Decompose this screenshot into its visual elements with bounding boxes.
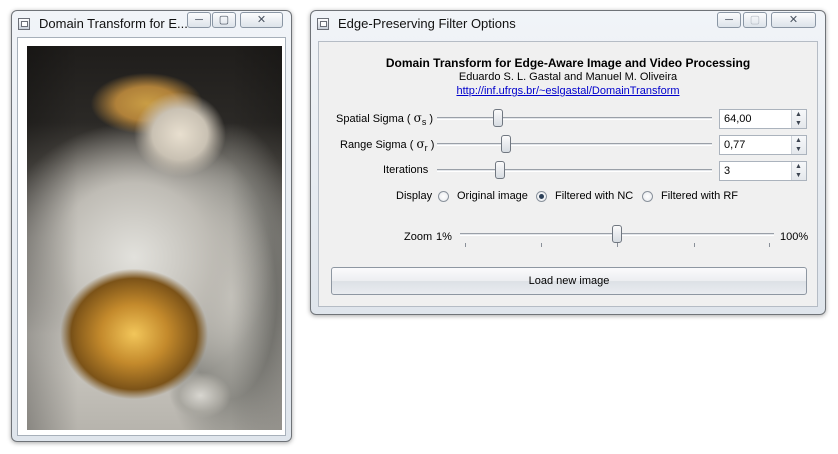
- spatial-sigma-spinbox[interactable]: 64,00 ▲ ▼: [719, 109, 807, 129]
- iterations-slider-handle[interactable]: [495, 161, 506, 179]
- range-sigma-spinbox[interactable]: 0,77 ▲ ▼: [719, 135, 807, 155]
- paper-title: Domain Transform for Edge-Aware Image an…: [385, 56, 751, 70]
- radio-filtered-nc-label[interactable]: Filtered with NC: [555, 190, 633, 202]
- range-sigma-label-text: Range Sigma (: [340, 139, 417, 151]
- paper-link-row: http://inf.ufrgs.br/~eslgastal/DomainTra…: [319, 85, 817, 97]
- iterations-label: Iterations: [383, 164, 429, 176]
- zoom-tick: [541, 243, 542, 247]
- image-window: Domain Transform for E... ─ ▢ ✕: [11, 10, 292, 442]
- spatial-sigma-slider-track[interactable]: [437, 117, 712, 120]
- zoom-tick: [465, 243, 466, 247]
- iterations-spinbox[interactable]: 3 ▲ ▼: [719, 161, 807, 181]
- image-viewport: [17, 37, 286, 436]
- spin-up-icon[interactable]: ▲: [792, 110, 805, 119]
- spatial-sigma-slider-handle[interactable]: [492, 109, 503, 127]
- options-window: Edge-Preserving Filter Options ─ ▢ ✕ Dom…: [310, 10, 826, 315]
- spin-up-icon[interactable]: ▲: [792, 136, 805, 145]
- image-window-titlebar[interactable]: Domain Transform for E... ─ ▢ ✕: [12, 11, 291, 37]
- iterations-value[interactable]: 3: [724, 165, 730, 177]
- options-window-titlebar[interactable]: Edge-Preserving Filter Options ─ ▢ ✕: [311, 11, 825, 37]
- options-window-title: Edge-Preserving Filter Options: [338, 16, 516, 31]
- app-window-icon: [18, 18, 30, 30]
- range-sigma-label-suffix: ): [427, 139, 435, 151]
- options-panel: Domain Transform for Edge-Aware Image an…: [318, 41, 818, 307]
- paper-authors: Eduardo S. L. Gastal and Manuel M. Olive…: [458, 71, 678, 83]
- zoom-min-label: 1%: [436, 231, 452, 243]
- range-sigma-value[interactable]: 0,77: [724, 139, 745, 151]
- close-button[interactable]: ✕: [771, 12, 816, 28]
- load-new-image-button[interactable]: Load new image: [331, 267, 807, 295]
- minimize-button[interactable]: ─: [187, 12, 211, 28]
- spatial-sigma-label: Spatial Sigma ( σs ): [336, 111, 433, 127]
- maximize-button: ▢: [743, 12, 767, 28]
- range-sigma-label: Range Sigma ( σr ): [340, 137, 434, 153]
- app-window-icon: [317, 18, 329, 30]
- display-label: Display: [396, 190, 433, 202]
- radio-filtered-nc[interactable]: [536, 191, 547, 202]
- zoom-tick: [769, 243, 770, 247]
- zoom-slider-handle[interactable]: [612, 225, 622, 243]
- spin-down-icon[interactable]: ▼: [792, 171, 805, 180]
- spin-down-icon[interactable]: ▼: [792, 119, 805, 128]
- spatial-sigma-label-text: Spatial Sigma (: [336, 113, 414, 125]
- close-button[interactable]: ✕: [240, 12, 283, 28]
- paper-url-link[interactable]: http://inf.ufrgs.br/~eslgastal/DomainTra…: [456, 85, 679, 97]
- spatial-sigma-label-suffix: ): [426, 113, 434, 125]
- zoom-max-label: 100%: [780, 231, 809, 243]
- radio-filtered-rf[interactable]: [642, 191, 653, 202]
- sigma-symbol: σ: [413, 111, 422, 125]
- radio-original-image-label[interactable]: Original image: [457, 190, 528, 202]
- minimize-button[interactable]: ─: [717, 12, 741, 28]
- image-window-title: Domain Transform for E...: [39, 16, 188, 31]
- spin-down-icon[interactable]: ▼: [792, 145, 805, 154]
- load-new-image-button-label: Load new image: [528, 275, 610, 287]
- zoom-tick: [694, 243, 695, 247]
- iterations-slider-track[interactable]: [437, 169, 712, 172]
- radio-original-image[interactable]: [438, 191, 449, 202]
- spatial-sigma-value[interactable]: 64,00: [724, 113, 752, 125]
- statue-photo: [27, 46, 282, 430]
- range-sigma-slider-track[interactable]: [437, 143, 712, 146]
- range-sigma-slider-handle[interactable]: [500, 135, 511, 153]
- spin-up-icon[interactable]: ▲: [792, 162, 805, 171]
- zoom-tick: [617, 243, 618, 247]
- maximize-button[interactable]: ▢: [212, 12, 236, 28]
- zoom-label: Zoom: [404, 231, 433, 243]
- sigma-symbol: σ: [416, 137, 425, 151]
- radio-filtered-rf-label[interactable]: Filtered with RF: [661, 190, 738, 202]
